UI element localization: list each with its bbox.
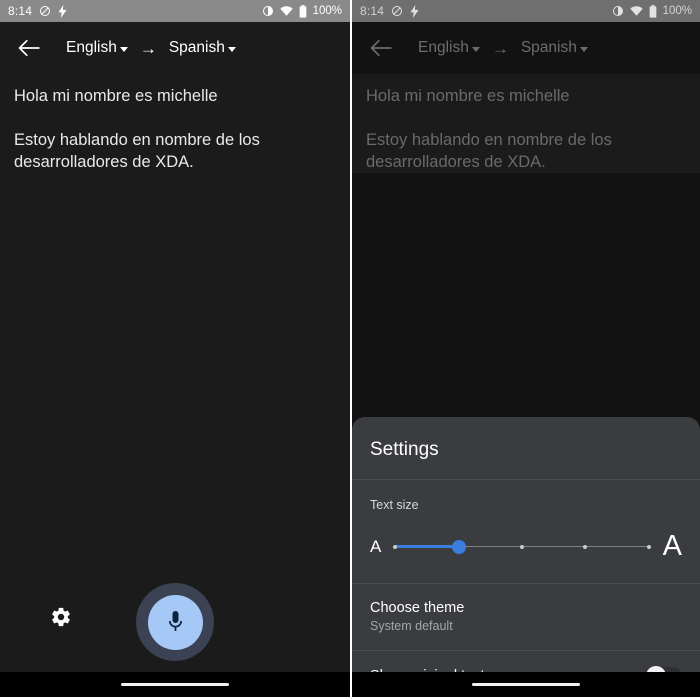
- settings-button[interactable]: [44, 600, 78, 634]
- bottom-controls: [0, 576, 350, 672]
- direction-arrow-icon: →: [139, 38, 157, 58]
- choose-theme-title: Choose theme: [370, 600, 465, 616]
- status-time: 8:14: [360, 4, 385, 18]
- transcript-line: Hola mi nombre es michelle: [14, 87, 218, 105]
- slider-tick: [583, 544, 588, 549]
- target-language-label: Spanish: [520, 39, 577, 56]
- choose-theme-row[interactable]: Choose theme System default: [352, 584, 700, 650]
- back-button[interactable]: [12, 31, 46, 65]
- source-language-dropdown[interactable]: English: [66, 39, 128, 57]
- chevron-down-icon: [227, 46, 236, 52]
- status-time: 8:14: [8, 4, 33, 18]
- microphone-icon: [168, 611, 182, 631]
- settings-bottom-sheet: Settings Text size A A Choose theme Syst…: [352, 417, 700, 672]
- back-arrow-icon: [18, 39, 40, 57]
- phone-screen-settings: 8:14 100% English → Spanish Hola mi nomb…: [350, 0, 700, 697]
- transcript-line: Estoy hablando en nombre de los desarrol…: [14, 130, 260, 171]
- show-original-text-texts: Show original text: [370, 668, 484, 673]
- dnd-icon: [39, 5, 51, 17]
- home-gesture-pill[interactable]: [472, 683, 580, 686]
- status-bar-left: 8:14: [360, 4, 419, 18]
- text-size-small-sample: A: [370, 537, 382, 556]
- transcript-line: Hola mi nombre es michelle: [366, 87, 570, 105]
- chevron-down-icon: [471, 46, 480, 52]
- contrast-icon: [612, 5, 624, 17]
- back-arrow-icon: [370, 39, 392, 57]
- transcript-list: Hola mi nombre es michelle Estoy habland…: [352, 74, 700, 174]
- navigation-bar: [0, 672, 350, 697]
- slider-thumb[interactable]: [451, 539, 466, 554]
- microphone-button[interactable]: [136, 583, 214, 661]
- dnd-icon: [391, 5, 403, 17]
- charging-bolt-icon: [58, 4, 67, 18]
- translation-body: Hola mi nombre es michelle Estoy habland…: [0, 74, 350, 697]
- source-language-label: English: [418, 39, 469, 56]
- status-bar-right: 100%: [612, 4, 692, 18]
- app-bar: English → Spanish: [0, 22, 350, 74]
- text-size-large-sample: A: [662, 530, 682, 562]
- gear-icon: [52, 607, 70, 627]
- toggle-knob: [646, 665, 666, 672]
- status-bar: 8:14 100%: [0, 0, 350, 22]
- target-language-dropdown[interactable]: Spanish: [169, 39, 236, 57]
- dual-screenshot-container: 8:14 100% English → Spanish Hola mi nomb…: [0, 0, 700, 697]
- wifi-icon: [629, 5, 643, 17]
- text-size-section: Text size A A: [352, 480, 700, 583]
- show-original-text-row[interactable]: Show original text: [352, 651, 700, 672]
- target-language-dropdown[interactable]: Spanish: [521, 39, 588, 57]
- slider-tick: [393, 544, 398, 549]
- battery-icon: [299, 4, 307, 18]
- battery-percent-label: 100%: [312, 5, 342, 17]
- chevron-down-icon: [119, 46, 128, 52]
- choose-theme-value: System default: [370, 619, 453, 633]
- status-bar: 8:14 100%: [352, 0, 700, 22]
- show-original-text-toggle[interactable]: [646, 665, 682, 672]
- microphone-button-inner: [147, 594, 203, 650]
- status-bar-right: 100%: [262, 4, 342, 18]
- home-gesture-pill[interactable]: [121, 683, 229, 686]
- slider-tick: [520, 544, 524, 549]
- navigation-bar: [352, 672, 700, 697]
- wifi-icon: [279, 5, 293, 17]
- transcript-line: Estoy hablando en nombre de los desarrol…: [366, 130, 612, 171]
- choose-theme-texts: Choose theme System default: [370, 600, 464, 633]
- app-bar: English → Spanish: [352, 22, 700, 74]
- text-size-slider-row: A A: [370, 532, 682, 583]
- text-size-label: Text size: [370, 498, 419, 512]
- target-language-label: Spanish: [168, 39, 225, 56]
- source-language-label: English: [66, 39, 117, 56]
- language-selector-group: English → Spanish: [418, 39, 588, 57]
- contrast-icon: [262, 5, 274, 17]
- source-language-dropdown[interactable]: English: [418, 39, 480, 57]
- settings-sheet-title: Settings: [370, 439, 439, 460]
- slider-tick: [646, 544, 651, 549]
- status-bar-left: 8:14: [8, 4, 67, 18]
- chevron-down-icon: [579, 46, 588, 52]
- show-original-text-title: Show original text: [370, 668, 484, 673]
- direction-arrow-icon: →: [491, 38, 509, 58]
- charging-bolt-icon: [410, 4, 419, 18]
- back-button[interactable]: [364, 31, 398, 65]
- battery-icon: [649, 4, 657, 18]
- transcript-list: Hola mi nombre es michelle Estoy habland…: [0, 74, 350, 174]
- language-selector-group: English → Spanish: [66, 39, 236, 57]
- battery-percent-label: 100%: [662, 5, 692, 17]
- slider-track-active: [395, 545, 459, 548]
- text-size-slider[interactable]: [393, 538, 651, 556]
- phone-screen-translate: 8:14 100% English → Spanish Hola mi nomb…: [0, 0, 350, 697]
